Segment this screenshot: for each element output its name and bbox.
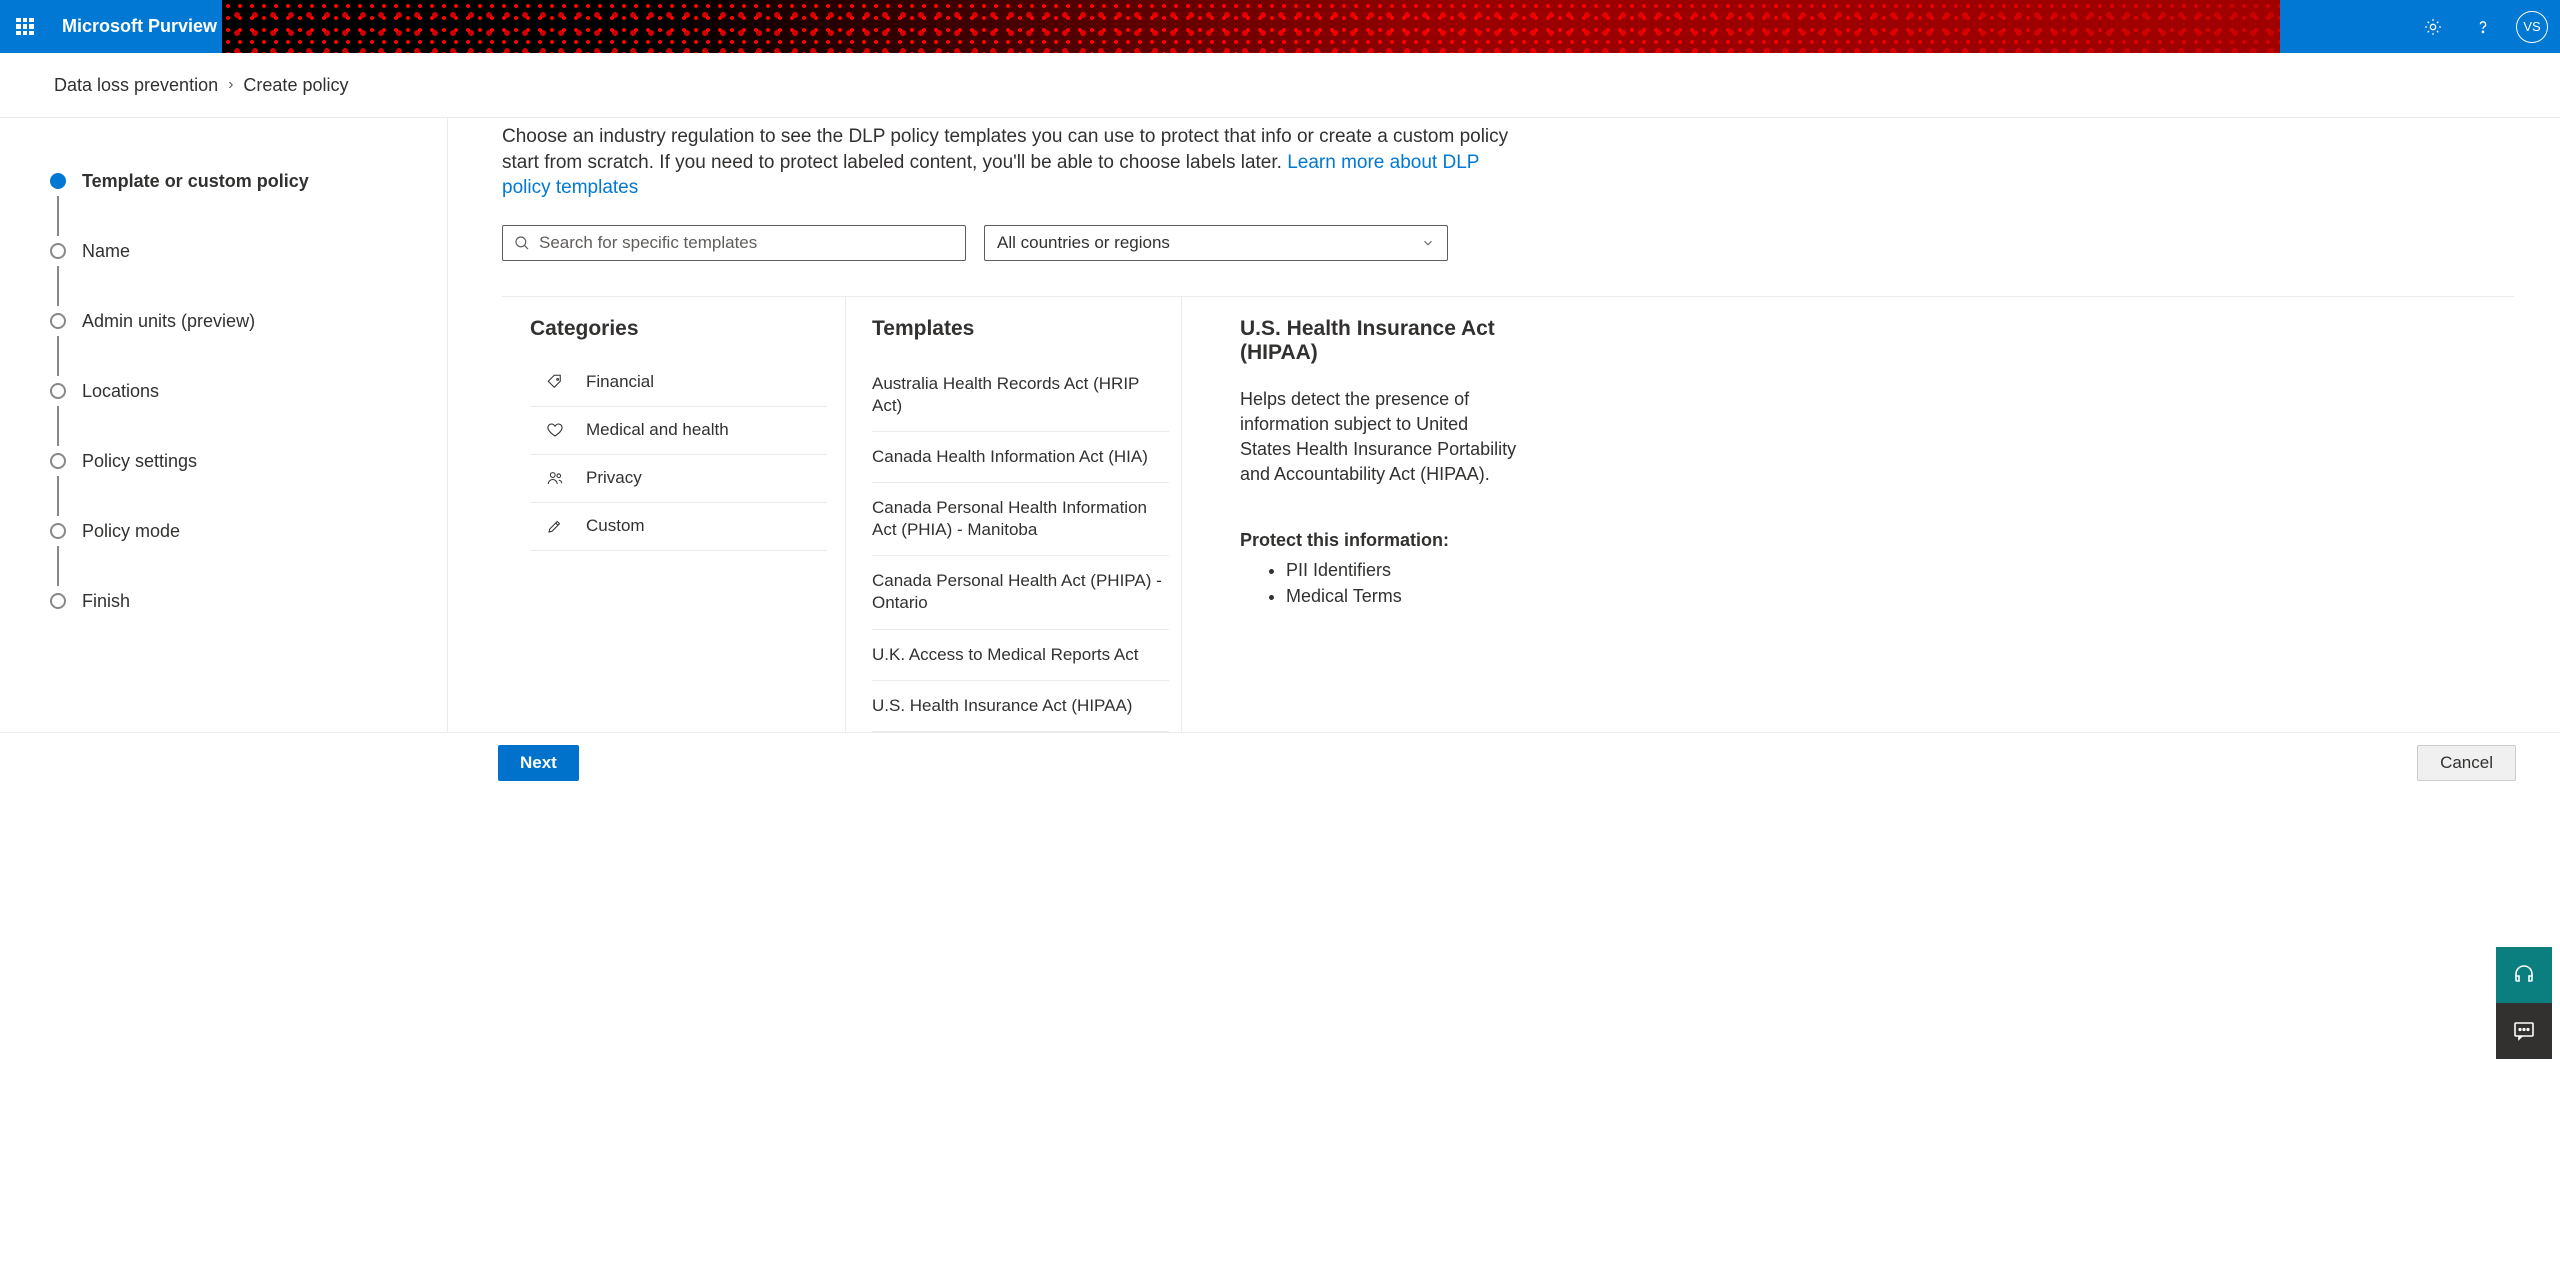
help-button[interactable]	[2458, 0, 2508, 53]
protect-heading: Protect this information:	[1240, 530, 1522, 551]
breadcrumb: Data loss prevention › Create policy	[0, 53, 2560, 118]
step-connector	[57, 266, 59, 306]
category-label: Custom	[586, 516, 645, 536]
step-connector	[57, 336, 59, 376]
details-column: U.S. Health Insurance Act (HIPAA) Helps …	[1182, 297, 1522, 732]
chat-icon	[2512, 1019, 2536, 1043]
templates-title: Templates	[872, 317, 1169, 341]
categories-title: Categories	[530, 317, 827, 341]
app-header: Microsoft Purview VS	[0, 0, 2560, 53]
template-search-box[interactable]	[502, 225, 966, 261]
step-label: Policy mode	[82, 521, 180, 542]
region-filter-dropdown[interactable]: All countries or regions	[984, 225, 1448, 261]
headset-icon	[2512, 963, 2536, 987]
detail-description: Helps detect the presence of information…	[1240, 387, 1522, 488]
wizard-footer: Next Cancel	[0, 732, 2560, 793]
template-item[interactable]: Canada Health Information Act (HIA)	[872, 432, 1169, 483]
step-connector	[57, 196, 59, 236]
template-item[interactable]: Canada Personal Health Act (PHIPA) - Ont…	[872, 556, 1169, 629]
step-label: Finish	[82, 591, 130, 612]
chevron-right-icon: ›	[228, 76, 233, 94]
feedback-button[interactable]	[2496, 1003, 2552, 1059]
breadcrumb-parent[interactable]: Data loss prevention	[54, 75, 218, 96]
step-locations[interactable]: Locations	[50, 376, 447, 406]
categories-column: Categories Financial Medical and health …	[502, 297, 846, 732]
app-launcher-button[interactable]	[0, 0, 50, 53]
category-label: Financial	[586, 372, 654, 392]
content-columns: Categories Financial Medical and health …	[502, 296, 2514, 732]
intro-text: Choose an industry regulation to see the…	[502, 124, 1517, 201]
step-label: Policy settings	[82, 451, 197, 472]
cancel-button[interactable]: Cancel	[2417, 745, 2516, 781]
category-medical-health[interactable]: Medical and health	[530, 407, 827, 455]
templates-column: Templates Australia Health Records Act (…	[846, 297, 1182, 732]
step-policy-settings[interactable]: Policy settings	[50, 446, 447, 476]
pencil-icon	[544, 517, 566, 535]
main-pane: Choose an industry regulation to see the…	[448, 118, 2560, 732]
category-financial[interactable]: Financial	[530, 359, 827, 407]
brand-title: Microsoft Purview	[50, 16, 235, 37]
gear-icon	[2423, 17, 2443, 37]
template-search-input[interactable]	[539, 233, 955, 253]
protect-item: PII Identifiers	[1286, 557, 1522, 583]
step-name[interactable]: Name	[50, 236, 447, 266]
header-pattern	[222, 0, 2280, 53]
category-privacy[interactable]: Privacy	[530, 455, 827, 503]
floating-buttons	[2496, 947, 2552, 1059]
step-label: Name	[82, 241, 130, 262]
protect-list: PII Identifiers Medical Terms	[1240, 557, 1522, 609]
template-item[interactable]: U.K. Access to Medical Reports Act	[872, 630, 1169, 681]
category-label: Medical and health	[586, 420, 729, 440]
search-icon	[513, 234, 531, 252]
template-item[interactable]: U.S. Health Insurance Act (HIPAA)	[872, 681, 1169, 732]
region-filter-selected: All countries or regions	[997, 233, 1170, 253]
step-template-or-custom-policy[interactable]: Template or custom policy	[50, 166, 447, 196]
category-custom[interactable]: Custom	[530, 503, 827, 551]
detail-title: U.S. Health Insurance Act (HIPAA)	[1240, 317, 1522, 365]
steps-pane: Template or custom policy Name Admin uni…	[0, 118, 448, 732]
step-admin-units[interactable]: Admin units (preview)	[50, 306, 447, 336]
settings-button[interactable]	[2408, 0, 2458, 53]
waffle-icon	[16, 18, 34, 36]
step-label: Locations	[82, 381, 159, 402]
category-label: Privacy	[586, 468, 642, 488]
chevron-down-icon	[1421, 236, 1435, 250]
step-policy-mode[interactable]: Policy mode	[50, 516, 447, 546]
breadcrumb-current: Create policy	[243, 75, 348, 96]
tag-icon	[544, 373, 566, 391]
question-icon	[2474, 18, 2492, 36]
step-finish[interactable]: Finish	[50, 586, 447, 616]
heart-icon	[544, 421, 566, 439]
user-avatar[interactable]: VS	[2516, 11, 2548, 43]
step-label: Template or custom policy	[82, 171, 309, 192]
support-button[interactable]	[2496, 947, 2552, 1003]
people-icon	[544, 469, 566, 487]
wizard-layout: Template or custom policy Name Admin uni…	[0, 118, 2560, 732]
step-connector	[57, 476, 59, 516]
controls-row: All countries or regions	[502, 225, 2514, 261]
step-connector	[57, 546, 59, 586]
template-item[interactable]: Australia Health Records Act (HRIP Act)	[872, 359, 1169, 432]
step-connector	[57, 406, 59, 446]
header-right: VS	[2408, 0, 2560, 53]
template-item[interactable]: Canada Personal Health Information Act (…	[872, 483, 1169, 556]
protect-item: Medical Terms	[1286, 583, 1522, 609]
step-label: Admin units (preview)	[82, 311, 255, 332]
next-button[interactable]: Next	[498, 745, 579, 781]
